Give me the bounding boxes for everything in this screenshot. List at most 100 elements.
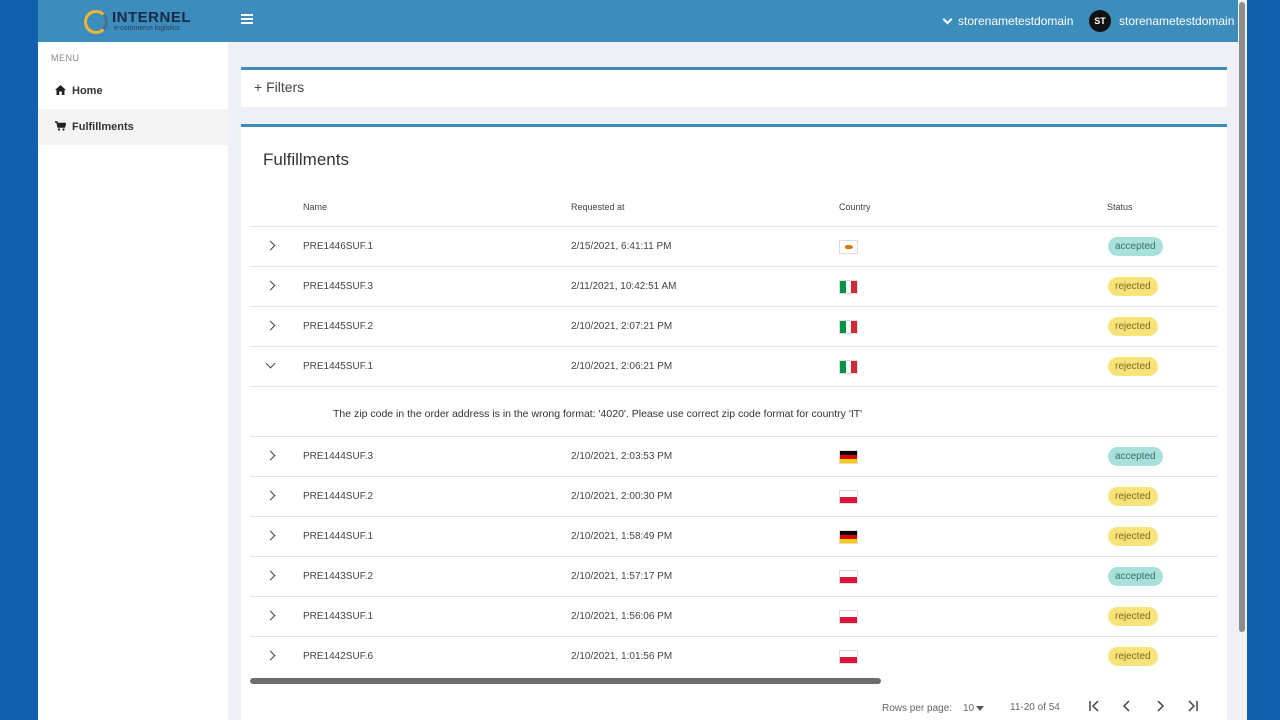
chevron-right-icon[interactable] (265, 650, 276, 661)
table-row[interactable]: PRE1443SUF.2 2/10/2021, 1:57:17 PM accepte… (250, 556, 1218, 596)
chevron-right-icon[interactable] (265, 490, 276, 501)
column-header-requested-at[interactable]: Requested at (571, 202, 625, 212)
avatar[interactable]: ST (1089, 10, 1111, 32)
requested-at: 2/10/2021, 1:01:56 PM (571, 651, 673, 662)
last-page-icon[interactable] (1183, 698, 1203, 718)
menu-toggle-icon[interactable] (241, 14, 253, 26)
flag-pl-icon (839, 490, 858, 504)
flag-pl-icon (839, 570, 858, 584)
fulfillment-name: PRE1444SUF.2 (303, 491, 374, 502)
fulfillment-name: PRE1443SUF.2 (303, 571, 374, 582)
fulfillments-card: Fulfillments Name Requested at Country S… (241, 124, 1227, 720)
table-row[interactable]: PRE1445SUF.3 2/11/2021, 10:42:51 AM reject… (250, 266, 1218, 306)
first-page-icon[interactable] (1084, 698, 1104, 718)
status-badge: rejected (1108, 527, 1158, 546)
page-title: Fulfillments (263, 150, 349, 169)
fulfillment-name: PRE1444SUF.3 (303, 451, 374, 462)
sidebar-item-label: Fulfillments (72, 121, 134, 133)
logo-text: INTERNEL (112, 9, 191, 26)
status-badge: rejected (1108, 607, 1158, 626)
vertical-scrollbar[interactable] (1238, 0, 1247, 720)
requested-at: 2/10/2021, 1:57:17 PM (571, 571, 673, 582)
fulfillment-name: PRE1446SUF.1 (303, 241, 374, 252)
column-header-country[interactable]: Country (839, 202, 871, 212)
requested-at: 2/10/2021, 2:03:53 PM (571, 451, 673, 462)
table-row[interactable]: PRE1446SUF.1 2/15/2021, 6:41:11 PM accepte… (250, 226, 1218, 266)
requested-at: 2/10/2021, 2:06:21 PM (571, 361, 673, 372)
chevron-down-icon (942, 14, 953, 24)
sidebar-menu-label: MENU (51, 53, 80, 63)
fulfillment-name: PRE1443SUF.1 (303, 611, 374, 622)
filters-toggle[interactable]: + Filters (254, 79, 304, 95)
table-row[interactable]: PRE1445SUF.1 2/10/2021, 2:06:21 PM rejecte… (250, 346, 1218, 386)
sidebar-item-home[interactable]: Home (38, 73, 228, 109)
status-badge: rejected (1108, 317, 1158, 336)
sidebar-item-label: Home (72, 85, 103, 97)
status-badge: accepted (1108, 447, 1163, 466)
rows-per-page-label: Rows per page: (882, 703, 953, 714)
requested-at: 2/15/2021, 6:41:11 PM (571, 241, 672, 252)
status-badge: rejected (1108, 277, 1158, 296)
requested-at: 2/10/2021, 2:00:30 PM (571, 491, 673, 502)
app-window: INTERNEL e-commerce logistics storenamet… (38, 0, 1247, 720)
table-row[interactable]: PRE1444SUF.2 2/10/2021, 2:00:30 PM rejecte… (250, 476, 1218, 516)
chevron-right-icon[interactable] (265, 570, 276, 581)
table-row[interactable]: PRE1444SUF.3 2/10/2021, 2:03:53 PM accepte… (250, 436, 1218, 476)
chevron-down-icon[interactable] (265, 358, 276, 369)
cart-icon (54, 120, 66, 134)
expanded-row-message: The zip code in the order address is in … (333, 408, 863, 420)
requested-at: 2/10/2021, 1:58:49 PM (571, 531, 673, 542)
flag-de-icon (839, 450, 858, 464)
flag-it-icon (839, 360, 858, 374)
next-page-icon[interactable] (1150, 698, 1170, 718)
requested-at: 2/10/2021, 2:07:21 PM (571, 321, 673, 332)
logo-subtitle: e-commerce logistics (114, 25, 180, 32)
dropdown-caret-icon (976, 706, 985, 711)
fulfillment-name: PRE1445SUF.3 (303, 281, 374, 292)
fulfillment-name: PRE1445SUF.2 (303, 321, 374, 332)
top-navbar: INTERNEL e-commerce logistics storenamet… (38, 0, 1238, 42)
status-badge: rejected (1108, 357, 1158, 376)
chevron-right-icon[interactable] (265, 450, 276, 461)
table-row[interactable]: PRE1444SUF.1 2/10/2021, 1:58:49 PM rejecte… (250, 516, 1218, 556)
flag-pl-icon (839, 650, 858, 664)
store-dropdown-label: storenametestdomain (958, 14, 1074, 28)
flag-de-icon (839, 530, 858, 544)
table-row[interactable]: PRE1443SUF.1 2/10/2021, 1:56:06 PM rejecte… (250, 596, 1218, 636)
rows-per-page-value: 10 (963, 703, 975, 714)
fulfillment-name: PRE1444SUF.1 (303, 531, 374, 542)
flag-it-icon (839, 320, 858, 334)
column-header-status[interactable]: Status (1107, 202, 1133, 212)
rows-per-page-select[interactable]: 10 (963, 703, 985, 714)
flag-it-icon (839, 280, 858, 294)
requested-at: 2/10/2021, 1:56:06 PM (571, 611, 673, 622)
home-icon (54, 84, 66, 98)
flag-pl-icon (839, 610, 858, 624)
status-badge: rejected (1108, 487, 1158, 506)
user-name[interactable]: storenametestdomain (1119, 14, 1234, 28)
chevron-right-icon[interactable] (265, 530, 276, 541)
table-row[interactable]: PRE1442SUF.6 2/10/2021, 1:01:56 PM rejecte… (250, 636, 1218, 676)
store-dropdown[interactable]: storenametestdomain (942, 14, 1074, 28)
status-badge: rejected (1108, 647, 1158, 666)
flag-cy-icon (839, 240, 858, 254)
vertical-scrollbar-thumb[interactable] (1239, 2, 1245, 632)
previous-page-icon[interactable] (1117, 698, 1137, 718)
fulfillment-name: PRE1445SUF.1 (303, 361, 374, 372)
horizontal-scrollbar-thumb[interactable] (250, 678, 881, 684)
sidebar-item-fulfillments[interactable]: Fulfillments (38, 109, 228, 145)
chevron-right-icon[interactable] (265, 320, 276, 331)
pagination-footer: Rows per page: 10 11-20 of 54 (241, 692, 1227, 720)
table-row[interactable]: PRE1445SUF.2 2/10/2021, 2:07:21 PM rejecte… (250, 306, 1218, 346)
filters-panel[interactable]: + Filters (241, 67, 1227, 107)
status-badge: accepted (1108, 567, 1163, 586)
sidebar: MENU Home Fulfillments (38, 42, 228, 720)
chevron-right-icon[interactable] (265, 240, 276, 251)
requested-at: 2/11/2021, 10:42:51 AM (571, 281, 677, 292)
brand-logo[interactable]: INTERNEL e-commerce logistics (84, 8, 234, 36)
column-header-name[interactable]: Name (303, 202, 327, 212)
chevron-right-icon[interactable] (265, 280, 276, 291)
logo-ring-icon (84, 10, 108, 34)
chevron-right-icon[interactable] (265, 610, 276, 621)
fulfillment-name: PRE1442SUF.6 (303, 651, 374, 662)
